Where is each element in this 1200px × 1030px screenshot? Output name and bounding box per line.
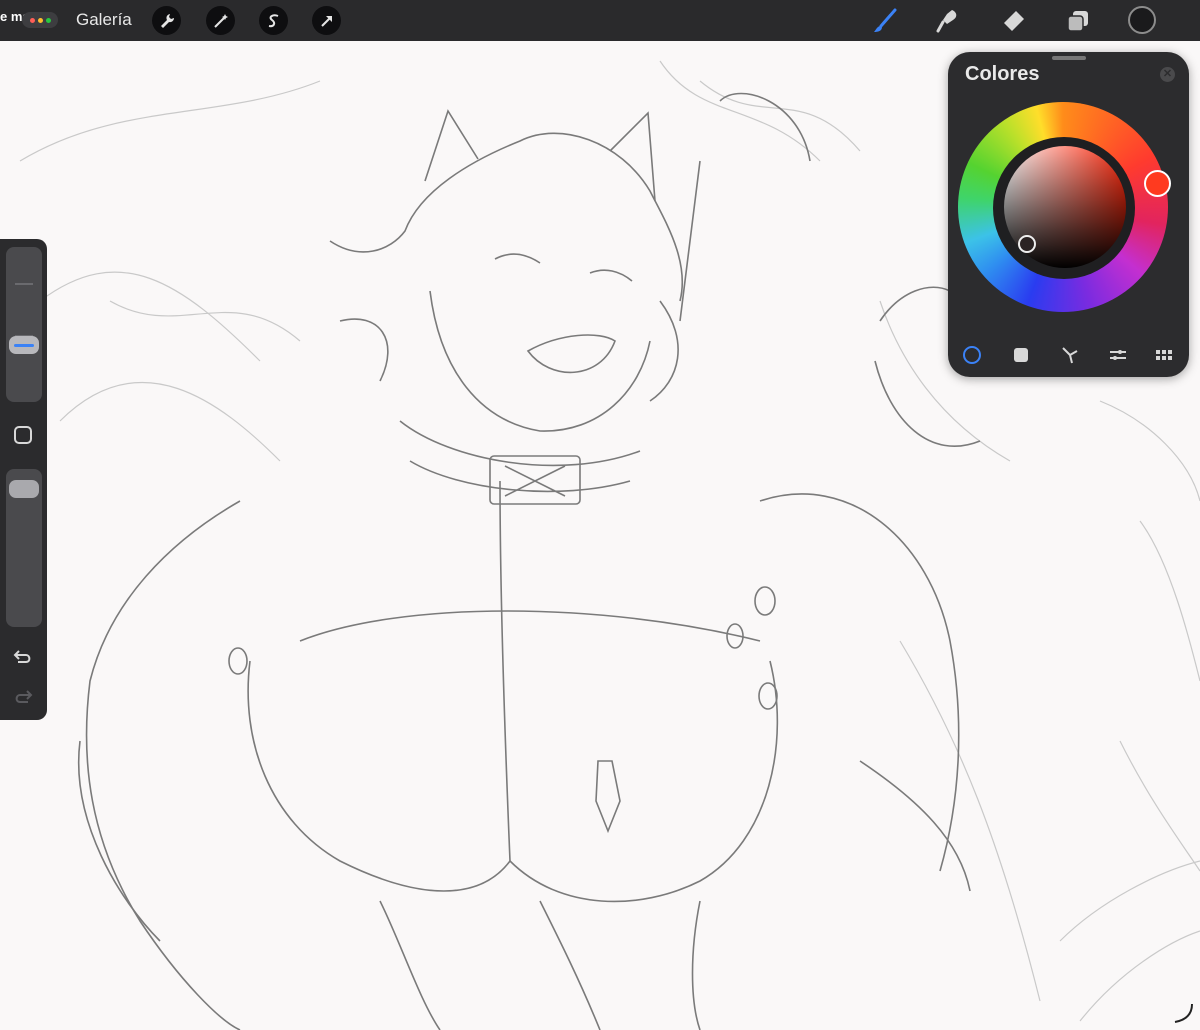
eraser-icon: [1004, 11, 1024, 31]
tab-value[interactable]: [1107, 344, 1129, 366]
opacity-handle[interactable]: [9, 480, 39, 498]
magic-wand-icon: [213, 13, 228, 28]
transform-button[interactable]: [312, 6, 341, 35]
disc-icon: [963, 346, 981, 364]
redo-icon: [15, 690, 33, 703]
colors-title: Colores: [965, 63, 1040, 85]
color-handle[interactable]: [1018, 235, 1036, 253]
panel-grabber[interactable]: [1052, 56, 1086, 60]
dot-icon: [37, 17, 43, 23]
layers-button[interactable]: [1063, 6, 1093, 36]
wrench-icon: [160, 13, 174, 28]
close-icon[interactable]: ✕: [1160, 67, 1175, 82]
classic-icon: [1014, 348, 1028, 362]
tab-harmony[interactable]: [1059, 344, 1081, 366]
redo-button[interactable]: [11, 684, 35, 708]
transform-arrow-icon: [320, 15, 332, 27]
colors-panel: Colores ✕: [948, 52, 1189, 377]
selection-button[interactable]: [259, 6, 288, 35]
gallery-button[interactable]: Galería: [76, 10, 132, 30]
value-icon: [1110, 350, 1126, 360]
modify-square-icon: [14, 426, 32, 444]
smudge-tool-button[interactable]: [932, 6, 962, 36]
opacity-slider[interactable]: [6, 469, 42, 627]
current-color-button[interactable]: [1128, 6, 1156, 34]
brush-size-slider[interactable]: [6, 247, 42, 402]
canvas-corner-icon: [1174, 1003, 1193, 1023]
slider-tick: [15, 283, 33, 285]
smudge-icon: [936, 10, 957, 33]
layers-icon: [1067, 11, 1088, 32]
actions-button[interactable]: [152, 6, 181, 35]
size-indicator: [14, 344, 34, 347]
left-sidebar: [0, 239, 47, 720]
dot-icon: [45, 17, 51, 23]
multitasking-dots[interactable]: [22, 12, 58, 28]
top-toolbar: e mar Galería: [0, 0, 1200, 41]
brush-icon: [874, 8, 897, 32]
hue-handle[interactable]: [1144, 170, 1171, 197]
eraser-tool-button[interactable]: [998, 6, 1028, 36]
tab-classic[interactable]: [1010, 344, 1032, 366]
undo-icon: [13, 650, 31, 663]
adjustments-button[interactable]: [206, 6, 235, 35]
harmony-icon: [1062, 347, 1078, 364]
brush-size-handle[interactable]: [9, 336, 39, 354]
dot-icon: [29, 17, 35, 23]
modify-button[interactable]: [11, 423, 35, 447]
tab-disc[interactable]: [961, 344, 983, 366]
brush-tool-button[interactable]: [870, 6, 900, 36]
tab-palettes[interactable]: [1153, 344, 1175, 366]
undo-button[interactable]: [11, 644, 35, 668]
palettes-icon: [1156, 350, 1172, 360]
selection-icon: [268, 13, 278, 27]
